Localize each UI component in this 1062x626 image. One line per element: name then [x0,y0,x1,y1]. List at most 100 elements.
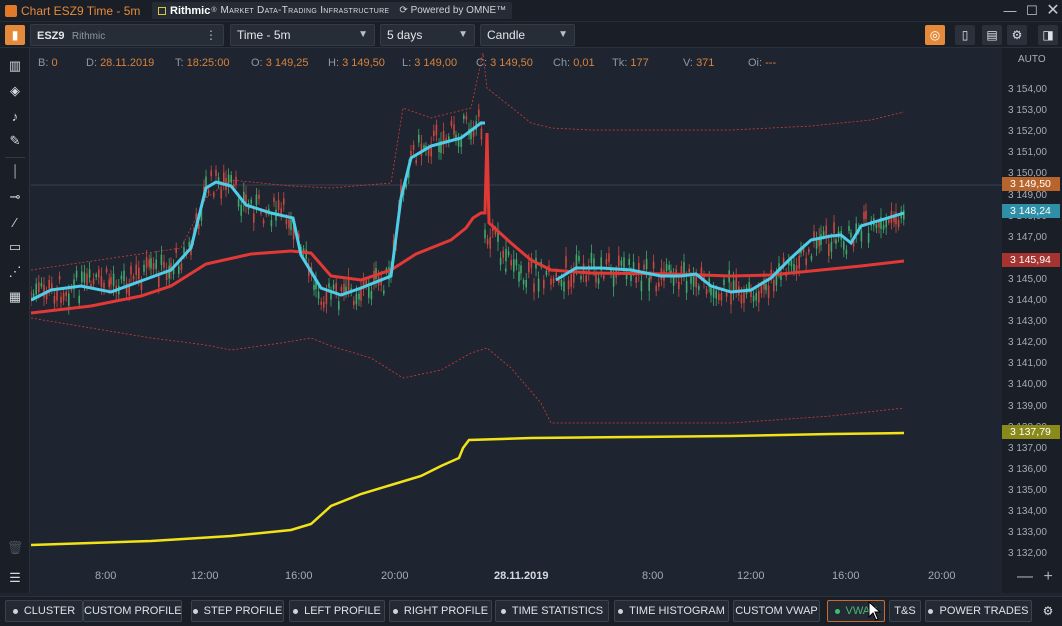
candle-body [215,169,217,176]
drawing-mode-icon[interactable]: ◎ [925,25,945,45]
fibonacci-icon[interactable]: ⋰ [5,262,25,282]
indicator-tab[interactable]: LEFT PROFILE [289,600,385,622]
indicator-tab[interactable]: RIGHT PROFILE [389,600,492,622]
stat-value: 0,01 [573,57,595,69]
candle-body [480,128,483,140]
price-tick-label: 3 137,00 [1008,442,1047,454]
candle-body [585,275,587,283]
stat-item: D: 28.11.2019 [86,57,154,69]
indicator-tab[interactable]: POWER TRADES [925,600,1032,622]
candle-body [510,260,512,266]
stat-value: 3 149,50 [342,57,385,69]
candle-body [810,255,813,260]
maximize-icon[interactable]: ☐ [1022,2,1042,20]
status-dot-icon [293,608,299,614]
candle-body [522,280,525,285]
candle-body [525,279,527,288]
horizontal-line-icon[interactable]: ⊸ [5,187,25,207]
candle-body [220,188,222,199]
indicator-tab[interactable]: STEP PROFILE [191,600,284,622]
stat-key: C: [476,57,487,69]
zoom-in-icon[interactable]: + [1043,568,1052,585]
symbol-selector[interactable]: ESZ9 Rithmic ⋮ [30,24,224,46]
template-icon[interactable]: ▦ [5,287,25,307]
gear-icon[interactable]: ⚙ [1007,25,1027,45]
rectangle-icon[interactable]: ▭ [5,237,25,257]
time-scale[interactable]: 8:00 12:00 16:00 20:00 28.11.2019 8:00 12:00 16… [31,565,1002,593]
stat-key: D: [86,57,97,69]
window-layout-icon[interactable]: ▤ [982,25,1002,45]
price-scale[interactable]: AUTO 3 154,00 3 153,00 3 152,00 3 151,00 3 1… [1002,48,1062,593]
status-dot-icon [500,608,506,614]
chart-canvas[interactable] [30,48,1002,593]
candle-body [545,270,548,275]
chart-type-dropdown[interactable]: Candle ▼ [480,24,575,46]
candle-body [743,292,745,303]
candle-body [765,284,767,291]
stat-key: B: [38,57,49,69]
candle-body [150,258,152,269]
candle-body [280,208,282,214]
stat-key: H: [328,57,339,69]
candle-body [250,199,252,204]
candle-body [597,278,600,284]
candle-body [575,254,578,268]
trend-line-icon[interactable]: ⁄ [5,212,25,232]
pencil-icon[interactable]: ✎ [5,131,25,151]
symbol-menu-icon[interactable]: ⋮ [205,25,217,45]
price-tick-label: 3 133,00 [1008,527,1047,539]
candle-body [533,283,535,293]
price-tick-label: 3 152,00 [1008,126,1047,138]
time-tick-label: 20:00 [928,570,956,582]
list-icon[interactable]: ☰ [5,568,25,588]
panel-toggle-icon[interactable]: ◨ [1038,25,1058,45]
status-dot-icon [12,608,18,614]
candle-body [798,255,800,269]
candle-body [123,270,125,282]
trash-icon[interactable]: 🗑 [5,538,25,558]
stat-item: Ch: 0,01 [553,57,595,69]
zoom-out-icon[interactable]: — [1017,568,1033,585]
minimize-icon[interactable]: — [1000,2,1020,20]
candle-body [828,243,830,256]
candle-body [848,226,850,231]
price-tick-label: 3 145,00 [1008,273,1047,285]
indicator-tab[interactable]: TIME STATISTICS [495,600,609,622]
indicator-tab[interactable]: TIME HISTOGRAM [614,600,729,622]
stat-item: C: 3 149,50 [476,57,533,69]
bell-icon[interactable]: ♪ [5,106,25,126]
bar-chart-icon[interactable]: ▥ [5,56,25,76]
candle-body [563,281,565,292]
candle-body [423,145,425,149]
indicator-tab[interactable]: CUSTOM PROFILE [83,600,182,622]
time-tick-label: 8:00 [95,570,117,582]
stat-item: L: 3 149,00 [402,57,457,69]
layers-icon[interactable]: ◈ [5,81,25,101]
indicator-tab-label: CUSTOM VWAP [735,605,818,617]
candle-body [628,258,630,265]
mouse-icon[interactable]: ▯ [955,25,975,45]
candle-body [865,210,867,220]
stat-value: 28.11.2019 [100,57,155,69]
candle-body [507,251,510,256]
close-icon[interactable]: ✕ [1043,2,1062,20]
indicator-tab[interactable]: CUSTOM VWAP [733,600,820,622]
indicator-tab[interactable]: CLUSTER [5,600,83,622]
vertical-line-icon[interactable]: ⏐ [5,162,25,182]
panel-toggle-left-icon[interactable]: ▮ [5,25,25,45]
candle-body [460,139,462,147]
indicator-tab[interactable]: T&S [889,600,921,622]
vwap-lower-band [30,317,905,424]
candle-body [262,220,265,224]
candle-body [92,278,95,285]
gear-icon[interactable]: ⚙ [1038,601,1058,621]
stat-value: 3 149,00 [414,57,458,69]
status-dot-icon [192,608,198,614]
candle-body [740,294,743,304]
stat-value: 177 [630,57,649,69]
candle-body [98,269,100,278]
auto-scale-label[interactable]: AUTO [1018,54,1046,65]
timeframe-dropdown[interactable]: Time - 5m ▼ [230,24,375,46]
range-dropdown[interactable]: 5 days ▼ [380,24,475,46]
price-chart[interactable] [30,48,1002,565]
